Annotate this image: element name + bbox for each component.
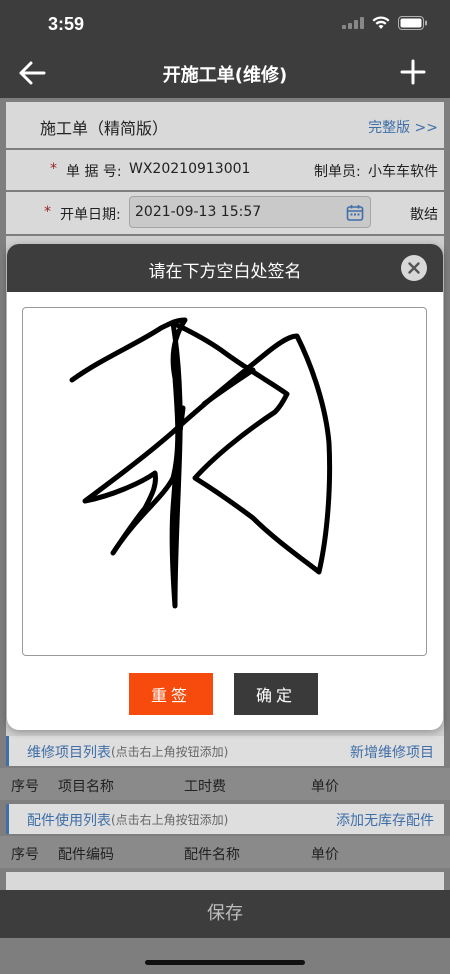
date-field[interactable]: 2021-09-13 15:57 [129, 196, 371, 228]
parts-col-name: 配件名称 [184, 847, 240, 863]
repair-section-header: 维修项目列表 (点击右上角按钮添加) 新增维修项目 [6, 736, 444, 766]
repair-col-name: 项目名称 [58, 779, 114, 795]
status-bar: 3:59 [0, 0, 450, 48]
repair-col-price: 单价 [311, 779, 339, 795]
signature-pad[interactable] [22, 307, 427, 656]
doc-no-row: * 单 据 号: WX20210913001 制单员: 小车车软件 [6, 150, 444, 190]
required-star: * [50, 161, 57, 177]
status-time: 3:59 [48, 14, 85, 34]
save-button[interactable]: 保存 [0, 890, 450, 938]
repair-section-hint: (点击右上角按钮添加) [111, 745, 229, 759]
version-row: 施工单（精简版） 完整版 >> [6, 102, 444, 148]
signal-icon [342, 17, 364, 29]
modal-header: 请在下方空白处签名 [7, 244, 443, 292]
wifi-icon [372, 16, 390, 29]
parts-section-hint: (点击右上角按钮添加) [111, 813, 229, 827]
parts-section-header: 配件使用列表 (点击右上角按钮添加) 添加无库存配件 [6, 804, 444, 834]
creator-value: 小车车软件 [368, 164, 438, 180]
parts-col-price: 单价 [311, 847, 339, 863]
add-repair-item-link[interactable]: 新增维修项目 [350, 742, 434, 762]
doc-no-label: 单 据 号: [66, 164, 122, 180]
parts-section-title: 配件使用列表 [27, 813, 111, 829]
signature-stroke [69, 317, 333, 609]
creator-label: 制单员: [314, 164, 361, 180]
version-label: 施工单（精简版） [40, 119, 169, 138]
repair-table-header: 序号 项目名称 工时费 单价 [0, 768, 450, 800]
add-parts-link[interactable]: 添加无库存配件 [336, 810, 434, 830]
doc-no-value: WX20210913001 [129, 161, 251, 177]
repair-section-title: 维修项目列表 [27, 745, 111, 761]
full-version-link[interactable]: 完整版 >> [368, 117, 438, 137]
parts-table-header: 序号 配件编码 配件名称 单价 [0, 836, 450, 868]
date-value: 2021-09-13 15:57 [135, 204, 262, 220]
battery-icon [398, 16, 427, 30]
page-title: 开施工单(维修) [162, 65, 288, 86]
date-label: 开单日期: [60, 207, 121, 223]
date-row: * 开单日期: 2021-09-13 15:57 散结 [6, 192, 444, 234]
resign-button[interactable]: 重签 [129, 673, 213, 715]
confirm-button[interactable]: 确定 [234, 673, 318, 715]
nav-bar: 开施工单(维修) [0, 48, 450, 98]
settle-label[interactable]: 散结 [410, 204, 438, 224]
status-icons [342, 16, 428, 30]
home-area [0, 938, 450, 974]
required-star: * [44, 204, 51, 220]
close-icon [408, 262, 420, 274]
close-button[interactable] [401, 255, 427, 281]
plus-icon[interactable] [400, 59, 426, 85]
signature-modal: 请在下方空白处签名 重签 确定 [7, 244, 443, 730]
parts-col-index: 序号 [11, 847, 39, 863]
next-row-partial [6, 872, 444, 890]
repair-col-index: 序号 [11, 779, 39, 795]
parts-col-code: 配件编码 [58, 847, 114, 863]
calendar-icon[interactable] [346, 204, 364, 222]
home-indicator [145, 960, 305, 965]
modal-title: 请在下方空白处签名 [148, 262, 302, 282]
repair-col-labor: 工时费 [184, 779, 226, 795]
